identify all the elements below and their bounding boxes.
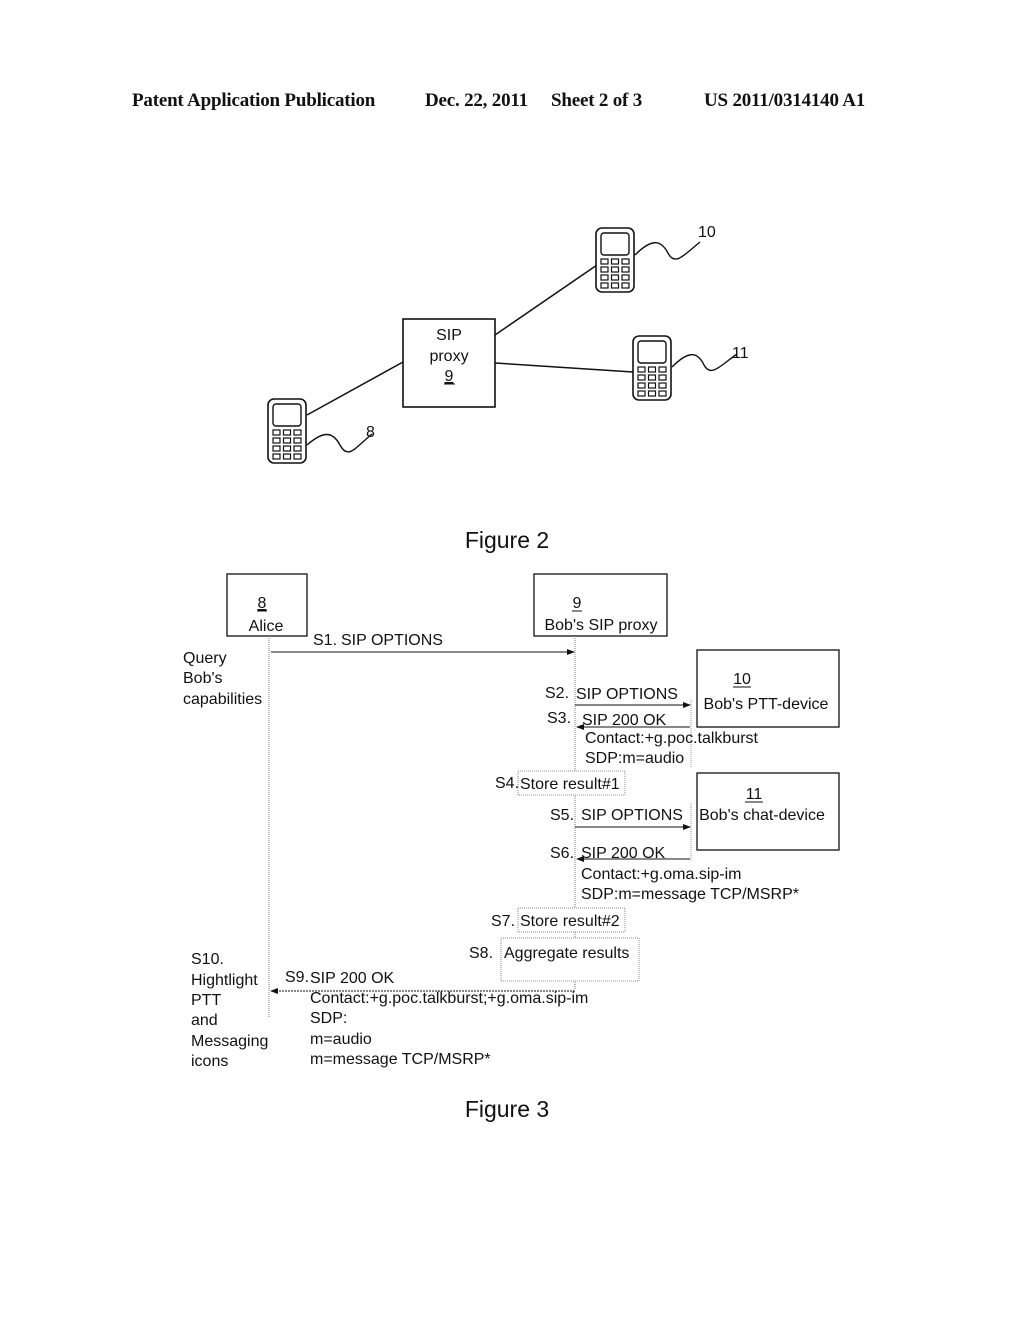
figure-2: SIP proxy 9 8 10 11 Figure 2	[267, 224, 749, 553]
link-proxy-to-10	[494, 264, 598, 336]
figure-2-caption: Figure 2	[465, 527, 549, 553]
leader-line-10	[634, 241, 701, 260]
actor-chat-ref: 11	[746, 786, 763, 803]
phone-icon	[267, 398, 307, 464]
actor-ptt-name: Bob's PTT-device	[704, 696, 829, 713]
leader-line-11	[671, 353, 738, 372]
step-s3-label: SIP 200 OK	[582, 712, 667, 729]
step-s6-sdp: SDP:m=message TCP/MSRP*	[581, 886, 799, 903]
step-s3-id: S3.	[547, 710, 571, 727]
step-s9-contact: Contact:+g.poc.talkburst;+g.oma.sip-im	[310, 990, 588, 1007]
step-s10-line: Hightlight	[191, 972, 258, 989]
query-note-line: Bob's	[183, 670, 223, 687]
link-8-to-proxy	[306, 361, 404, 416]
actor-ptt-box	[696, 649, 840, 728]
sip-proxy-ref: 9	[445, 368, 454, 385]
sip-proxy-label-2: proxy	[429, 348, 468, 365]
sip-proxy-label-1: SIP	[436, 327, 462, 344]
phone-icon	[632, 335, 672, 401]
step-s8-id: S8.	[469, 945, 493, 962]
step-s5-id: S5.	[550, 807, 574, 824]
step-s9-m1: m=audio	[310, 1031, 372, 1048]
step-s9-m2: m=message TCP/MSRP*	[310, 1051, 491, 1068]
step-s7-label: Store result#2	[520, 913, 620, 930]
step-s8-label: Aggregate results	[504, 945, 629, 962]
figure-3-caption: Figure 3	[465, 1096, 549, 1122]
step-s10-line: and	[191, 1012, 218, 1029]
actor-proxy-name: Bob's SIP proxy	[544, 617, 657, 634]
link-proxy-to-11	[494, 362, 634, 373]
query-note-line: Query	[183, 650, 227, 667]
step-s10-line: PTT	[191, 992, 221, 1009]
device-ref-11: 11	[732, 345, 749, 362]
step-s6-id: S6.	[550, 845, 574, 862]
actor-alice-name: Alice	[249, 618, 284, 635]
step-s6-contact: Contact:+g.oma.sip-im	[581, 866, 742, 883]
step-s4-label: Store result#1	[520, 776, 620, 793]
step-s2-label: SIP OPTIONS	[576, 686, 678, 703]
actor-alice-ref: 8	[258, 595, 267, 612]
device-ref-10: 10	[698, 224, 716, 241]
phone-icon	[595, 227, 635, 293]
step-s9-id: S9.	[285, 969, 309, 986]
leader-line-8	[306, 433, 373, 453]
step-s2-id: S2.	[545, 685, 569, 702]
step-s10-line: icons	[191, 1053, 228, 1070]
drawing-canvas: SIP proxy 9 8 10 11 Figure 2 8 Alice 9 B…	[183, 224, 840, 1122]
device-ref-8: 8	[366, 424, 375, 441]
actor-chat-name: Bob's chat-device	[699, 807, 825, 824]
step-s3-sdp: SDP:m=audio	[585, 750, 684, 767]
step-s9-sdp: SDP:	[310, 1010, 347, 1027]
step-s5-label: SIP OPTIONS	[581, 807, 683, 824]
step-s10-line: S10.	[191, 951, 224, 968]
figure-3: 8 Alice 9 Bob's SIP proxy 10 Bob's PTT-d…	[183, 573, 840, 1122]
step-s10-line: Messaging	[191, 1033, 268, 1050]
step-s3-contact: Contact:+g.poc.talkburst	[585, 730, 759, 747]
query-note-line: capabilities	[183, 691, 262, 708]
step-s4-id: S4.	[495, 775, 519, 792]
step-s9-label: SIP 200 OK	[310, 970, 395, 987]
actor-proxy-ref: 9	[573, 595, 582, 612]
step-s1-label: SIP OPTIONS	[341, 632, 443, 649]
actor-ptt-ref: 10	[733, 671, 751, 688]
step-s1-id: S1.	[313, 632, 337, 649]
step-s7-id: S7.	[491, 913, 515, 930]
